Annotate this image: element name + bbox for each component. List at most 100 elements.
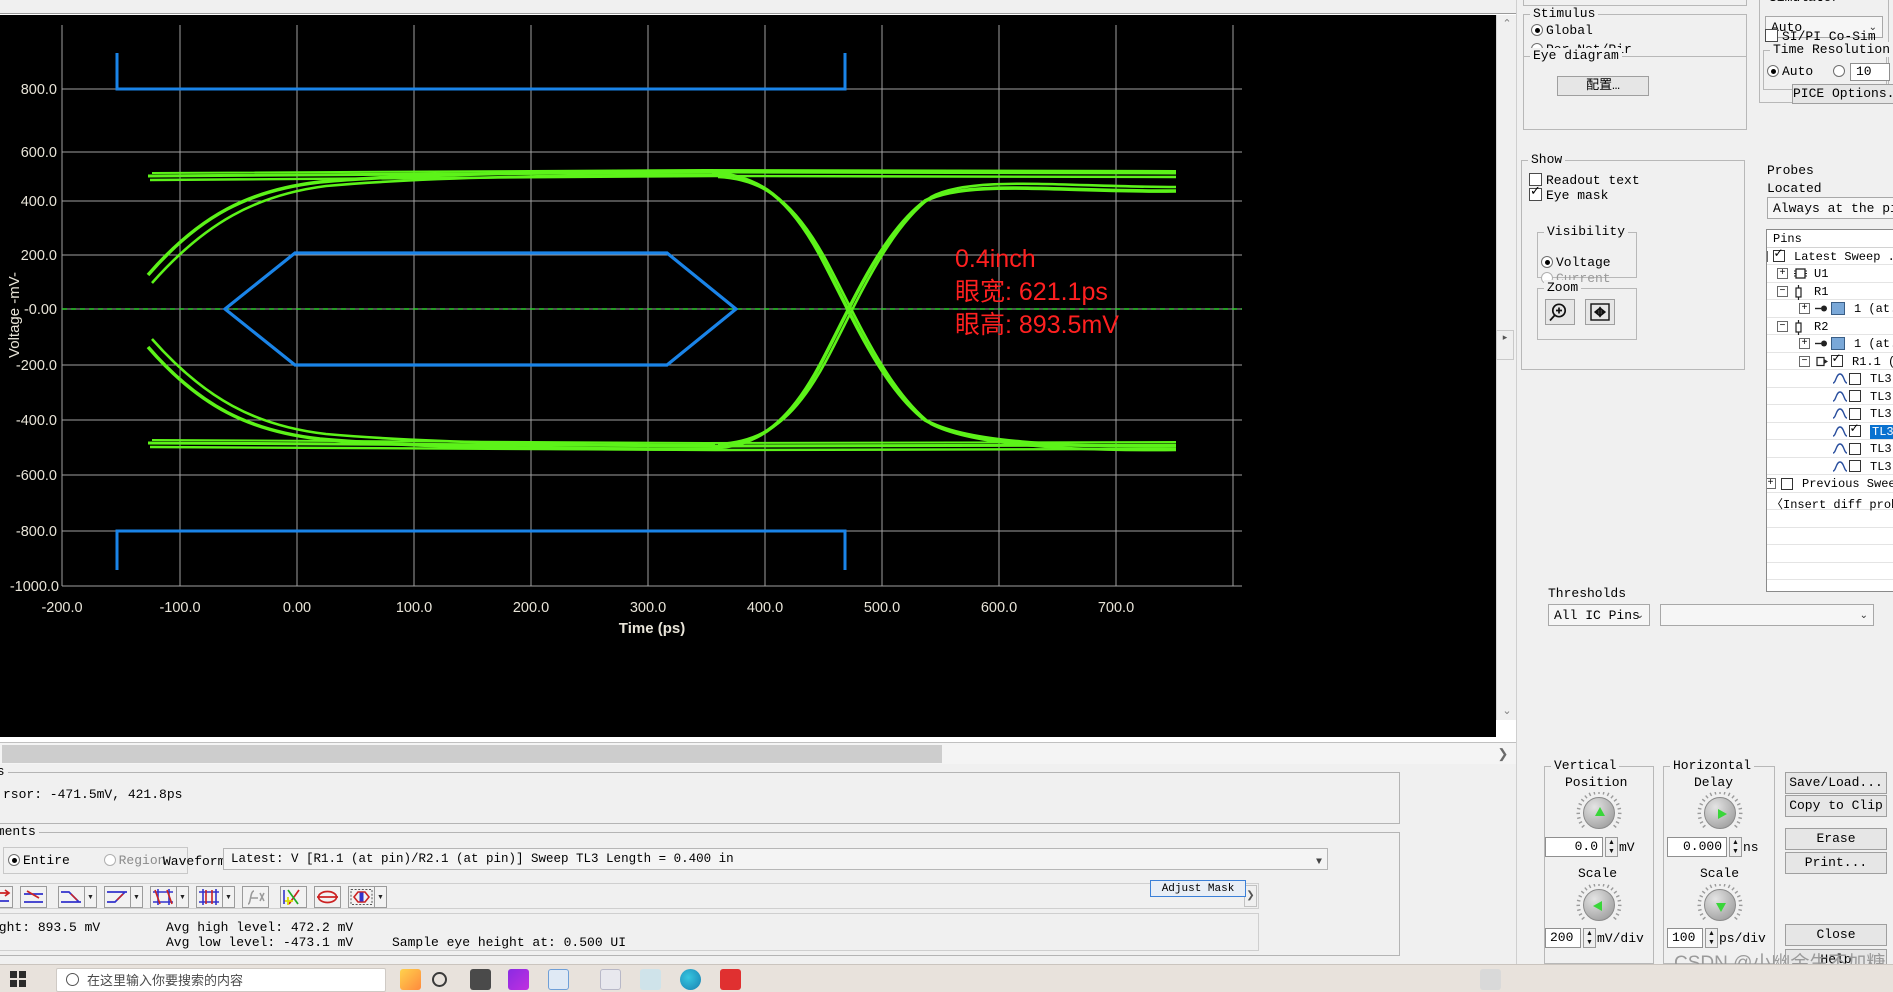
hscroll-thumb[interactable] (2, 745, 942, 763)
horizontal-delay-value[interactable]: 0.000 (1667, 837, 1727, 857)
pins-tree-row[interactable]: − R1 (1767, 283, 1893, 300)
close-button[interactable]: Close (1785, 924, 1887, 946)
tree-checkbox[interactable] (1849, 390, 1861, 402)
spin-up-icon[interactable]: ▲ (1606, 838, 1617, 847)
pins-tree-row[interactable]: TL3 L... (1767, 405, 1893, 423)
pice-options-button[interactable]: PICE Options.. (1792, 84, 1893, 104)
vertical-scale-spinner[interactable]: ▲ ▼ (1583, 928, 1596, 948)
spin-up-icon[interactable]: ▲ (1584, 929, 1595, 938)
pins-tree-row[interactable]: − Latest Sweep ... (1767, 246, 1893, 265)
eye-config-button[interactable]: 配置… (1557, 76, 1649, 96)
adjust-mask-button[interactable]: Adjust Mask (1150, 880, 1246, 897)
eye-mask-tool-button[interactable] (348, 886, 375, 908)
pins-tree-row[interactable]: TL3 L... (1767, 388, 1893, 405)
taskbar-icon-edge[interactable] (680, 969, 701, 990)
tree-checkbox[interactable] (1849, 407, 1861, 420)
tree-expander-icon[interactable]: + (1799, 303, 1810, 314)
derivative-tool-button[interactable] (242, 886, 269, 908)
spin-down-icon[interactable]: ▼ (1706, 938, 1717, 947)
probes-located-select[interactable]: Always at the pin ⌄ (1767, 197, 1893, 219)
scroll-up-arrow[interactable]: ⌃ (1497, 15, 1517, 33)
hscroll-right-arrow[interactable]: ❯ (1494, 744, 1512, 763)
copy-to-clip-button[interactable]: Copy to Clip (1785, 795, 1887, 817)
pins-tree-row[interactable]: TL3 L... (1767, 440, 1893, 458)
pins-tree-row[interactable]: +1 (at... (1767, 300, 1893, 318)
thresholds-second-select[interactable]: ⌄ (1660, 604, 1874, 626)
period-tool-button[interactable] (196, 886, 223, 908)
eye-width-tool-button[interactable] (0, 886, 13, 908)
radio-entire[interactable]: Entire (8, 853, 70, 868)
plot-vertical-scrollbar[interactable]: ⌃ ⌄ (1496, 15, 1516, 720)
time-resolution-auto-radio[interactable]: Auto (1767, 64, 1813, 79)
tree-expander-icon[interactable]: − (1767, 250, 1768, 262)
fall-time-tool-button[interactable] (58, 886, 85, 908)
taskbar-icon-app1[interactable] (508, 969, 529, 990)
scroll-down-arrow[interactable]: ⌄ (1497, 702, 1517, 720)
taskbar-search-input[interactable]: 在这里输入你要搜索的内容 (56, 968, 386, 992)
horizontal-delay-knob[interactable] (1697, 792, 1743, 836)
spin-up-icon[interactable]: ▲ (1706, 929, 1717, 938)
pins-tree-row[interactable]: TL3 L... (1767, 458, 1893, 475)
horizontal-scale-value[interactable]: 100 (1667, 928, 1703, 948)
tree-checkbox[interactable] (1831, 351, 1843, 367)
tree-checkbox[interactable] (1849, 460, 1861, 472)
tree-expander-icon[interactable]: + (1799, 338, 1810, 349)
taskbar-icon-bee[interactable] (400, 969, 421, 990)
pulse-width-dropdown-arrow[interactable]: ▼ (177, 886, 189, 908)
horizontal-scale-spinner[interactable]: ▲ ▼ (1705, 928, 1718, 948)
taskbar-icon-doc[interactable] (600, 969, 621, 990)
insert-diff-probe-row[interactable]: 〈Insert diff probe〉 (1767, 493, 1893, 512)
tree-checkbox[interactable] (1849, 442, 1861, 455)
plot-side-scroll-nub[interactable]: ▸ (1496, 330, 1514, 360)
tree-expander-icon[interactable]: − (1799, 355, 1810, 367)
tree-expander-icon[interactable]: − (1777, 320, 1788, 332)
spin-up-icon[interactable]: ▲ (1730, 838, 1741, 847)
print-button[interactable]: Print... (1785, 852, 1887, 874)
pins-tree-row[interactable]: + Previous Swee... (1767, 475, 1893, 493)
rise-time-dropdown-arrow[interactable]: ▼ (131, 886, 143, 908)
pins-tree[interactable]: Pins C −Latest Sweep ...+U1−R1+1 (at...−… (1766, 229, 1893, 594)
start-button-icon[interactable] (10, 971, 27, 988)
taskbar-icon-hyperlynx[interactable] (548, 969, 569, 990)
taskbar-icon-folder[interactable] (640, 969, 661, 990)
eye-mask-dropdown-arrow[interactable]: ▼ (375, 886, 387, 908)
vertical-position-value[interactable]: 0.0 (1545, 837, 1603, 857)
tree-expander-icon[interactable]: + (1767, 478, 1776, 489)
readout-text-checkbox[interactable]: Readout text (1529, 173, 1640, 188)
crosshair-marker-tool-button[interactable] (280, 886, 307, 908)
time-resolution-manual-radio[interactable] (1833, 64, 1848, 79)
pins-tree-row[interactable]: + U1 (1767, 265, 1893, 283)
spin-down-icon[interactable]: ▼ (1730, 847, 1741, 856)
radio-region[interactable]: Region (103, 853, 165, 868)
vertical-scale-knob[interactable] (1576, 884, 1622, 928)
horizontal-scale-knob[interactable] (1697, 884, 1743, 928)
eye-diagram-plot[interactable]: 800.0 600.0 400.0 200.0 -0.00 -200.0 -40… (0, 15, 1496, 737)
plot-horizontal-scrollbar[interactable]: ❯ (0, 742, 1516, 764)
fall-time-dropdown-arrow[interactable]: ▼ (85, 886, 97, 908)
period-dropdown-arrow[interactable]: ▼ (223, 886, 235, 908)
visibility-voltage-radio[interactable]: Voltage (1541, 255, 1611, 270)
thresholds-select[interactable]: All IC Pins ⌄ (1548, 604, 1650, 626)
pulse-width-tool-button[interactable] (150, 886, 177, 908)
taskbar-icon-taskview[interactable] (470, 969, 491, 990)
vertical-position-knob[interactable] (1576, 792, 1622, 836)
time-resolution-value[interactable]: 10 (1850, 63, 1890, 81)
zoom-in-icon[interactable] (1545, 299, 1575, 325)
taskbar-icon-cortana[interactable] (432, 972, 447, 987)
pins-tree-row[interactable]: TL3 L... (1767, 370, 1893, 388)
tree-checkbox[interactable] (1781, 477, 1793, 490)
save-load-button[interactable]: Save/Load... (1785, 772, 1887, 794)
stimulus-global-radio[interactable]: Global (1531, 23, 1593, 38)
tree-expander-icon[interactable]: + (1777, 268, 1788, 279)
horizontal-delay-spinner[interactable]: ▲ ▼ (1729, 837, 1742, 857)
taskbar-icon-app2[interactable] (720, 969, 741, 990)
pins-tree-row[interactable]: − R1.1 (at... (1767, 351, 1893, 370)
tree-checkbox[interactable] (1849, 421, 1861, 437)
erase-button[interactable]: Erase (1785, 828, 1887, 850)
waveform-select[interactable]: Latest: V [R1.1 (at pin)/R2.1 (at pin)] … (223, 848, 1328, 870)
eye-opening-tool-button[interactable] (314, 886, 341, 908)
tree-expander-icon[interactable]: − (1777, 285, 1788, 297)
spin-down-icon[interactable]: ▼ (1606, 847, 1617, 856)
spin-down-icon[interactable]: ▼ (1584, 938, 1595, 947)
vertical-position-spinner[interactable]: ▲ ▼ (1605, 837, 1618, 857)
